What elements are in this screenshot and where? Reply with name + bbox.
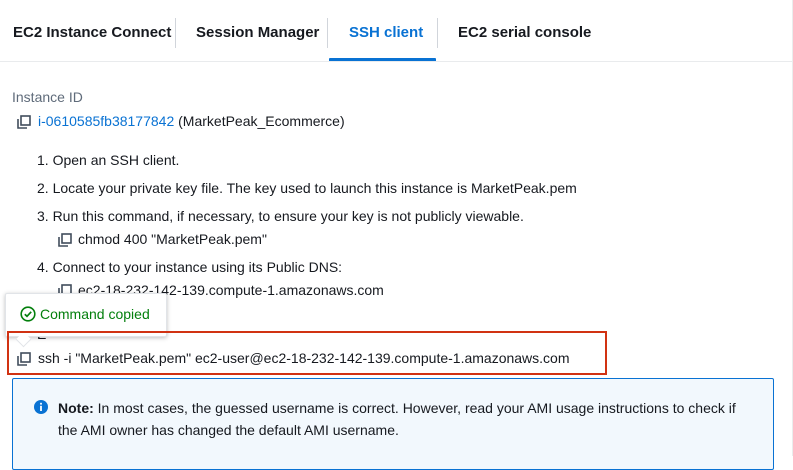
step-1: 1. Open an SSH client.: [37, 152, 180, 168]
note-label: Note:: [58, 400, 94, 416]
tab-divider: [437, 18, 438, 48]
tab-divider: [327, 18, 328, 48]
instance-name: (MarketPeak_Ecommerce): [178, 113, 345, 129]
info-icon: [33, 399, 49, 415]
chmod-command: chmod 400 "MarketPeak.pem": [78, 231, 267, 247]
instance-id-link[interactable]: i-0610585fb38177842: [38, 113, 174, 129]
tooltip-text: Command copied: [40, 306, 150, 322]
tab-ec2-instance-connect[interactable]: EC2 Instance Connect: [13, 0, 171, 61]
step-3: 3. Run this command, if necessary, to en…: [37, 208, 524, 224]
tab-session-manager[interactable]: Session Manager: [196, 0, 319, 61]
note-body: In most cases, the guessed username is c…: [58, 400, 736, 438]
highlight-box: [7, 331, 607, 375]
tab-bar: EC2 Instance Connect Session Manager SSH…: [0, 0, 793, 62]
info-alert: Note: In most cases, the guessed usernam…: [12, 378, 774, 470]
instance-id-label: Instance ID: [12, 89, 83, 105]
note-text: Note: In most cases, the guessed usernam…: [58, 397, 758, 441]
instance-id-line: i-0610585fb38177842 (MarketPeak_Ecommerc…: [38, 113, 345, 129]
copy-icon[interactable]: [17, 115, 31, 129]
tab-bar-divider: [0, 61, 793, 62]
tab-ec2-serial-console[interactable]: EC2 serial console: [458, 0, 591, 61]
check-circle-icon: [20, 306, 36, 322]
step-4: 4. Connect to your instance using its Pu…: [37, 259, 343, 275]
tab-ssh-client[interactable]: SSH client: [349, 0, 423, 61]
tab-divider: [175, 18, 176, 48]
copy-icon[interactable]: [58, 233, 72, 247]
step-2: 2. Locate your private key file. The key…: [37, 180, 577, 196]
